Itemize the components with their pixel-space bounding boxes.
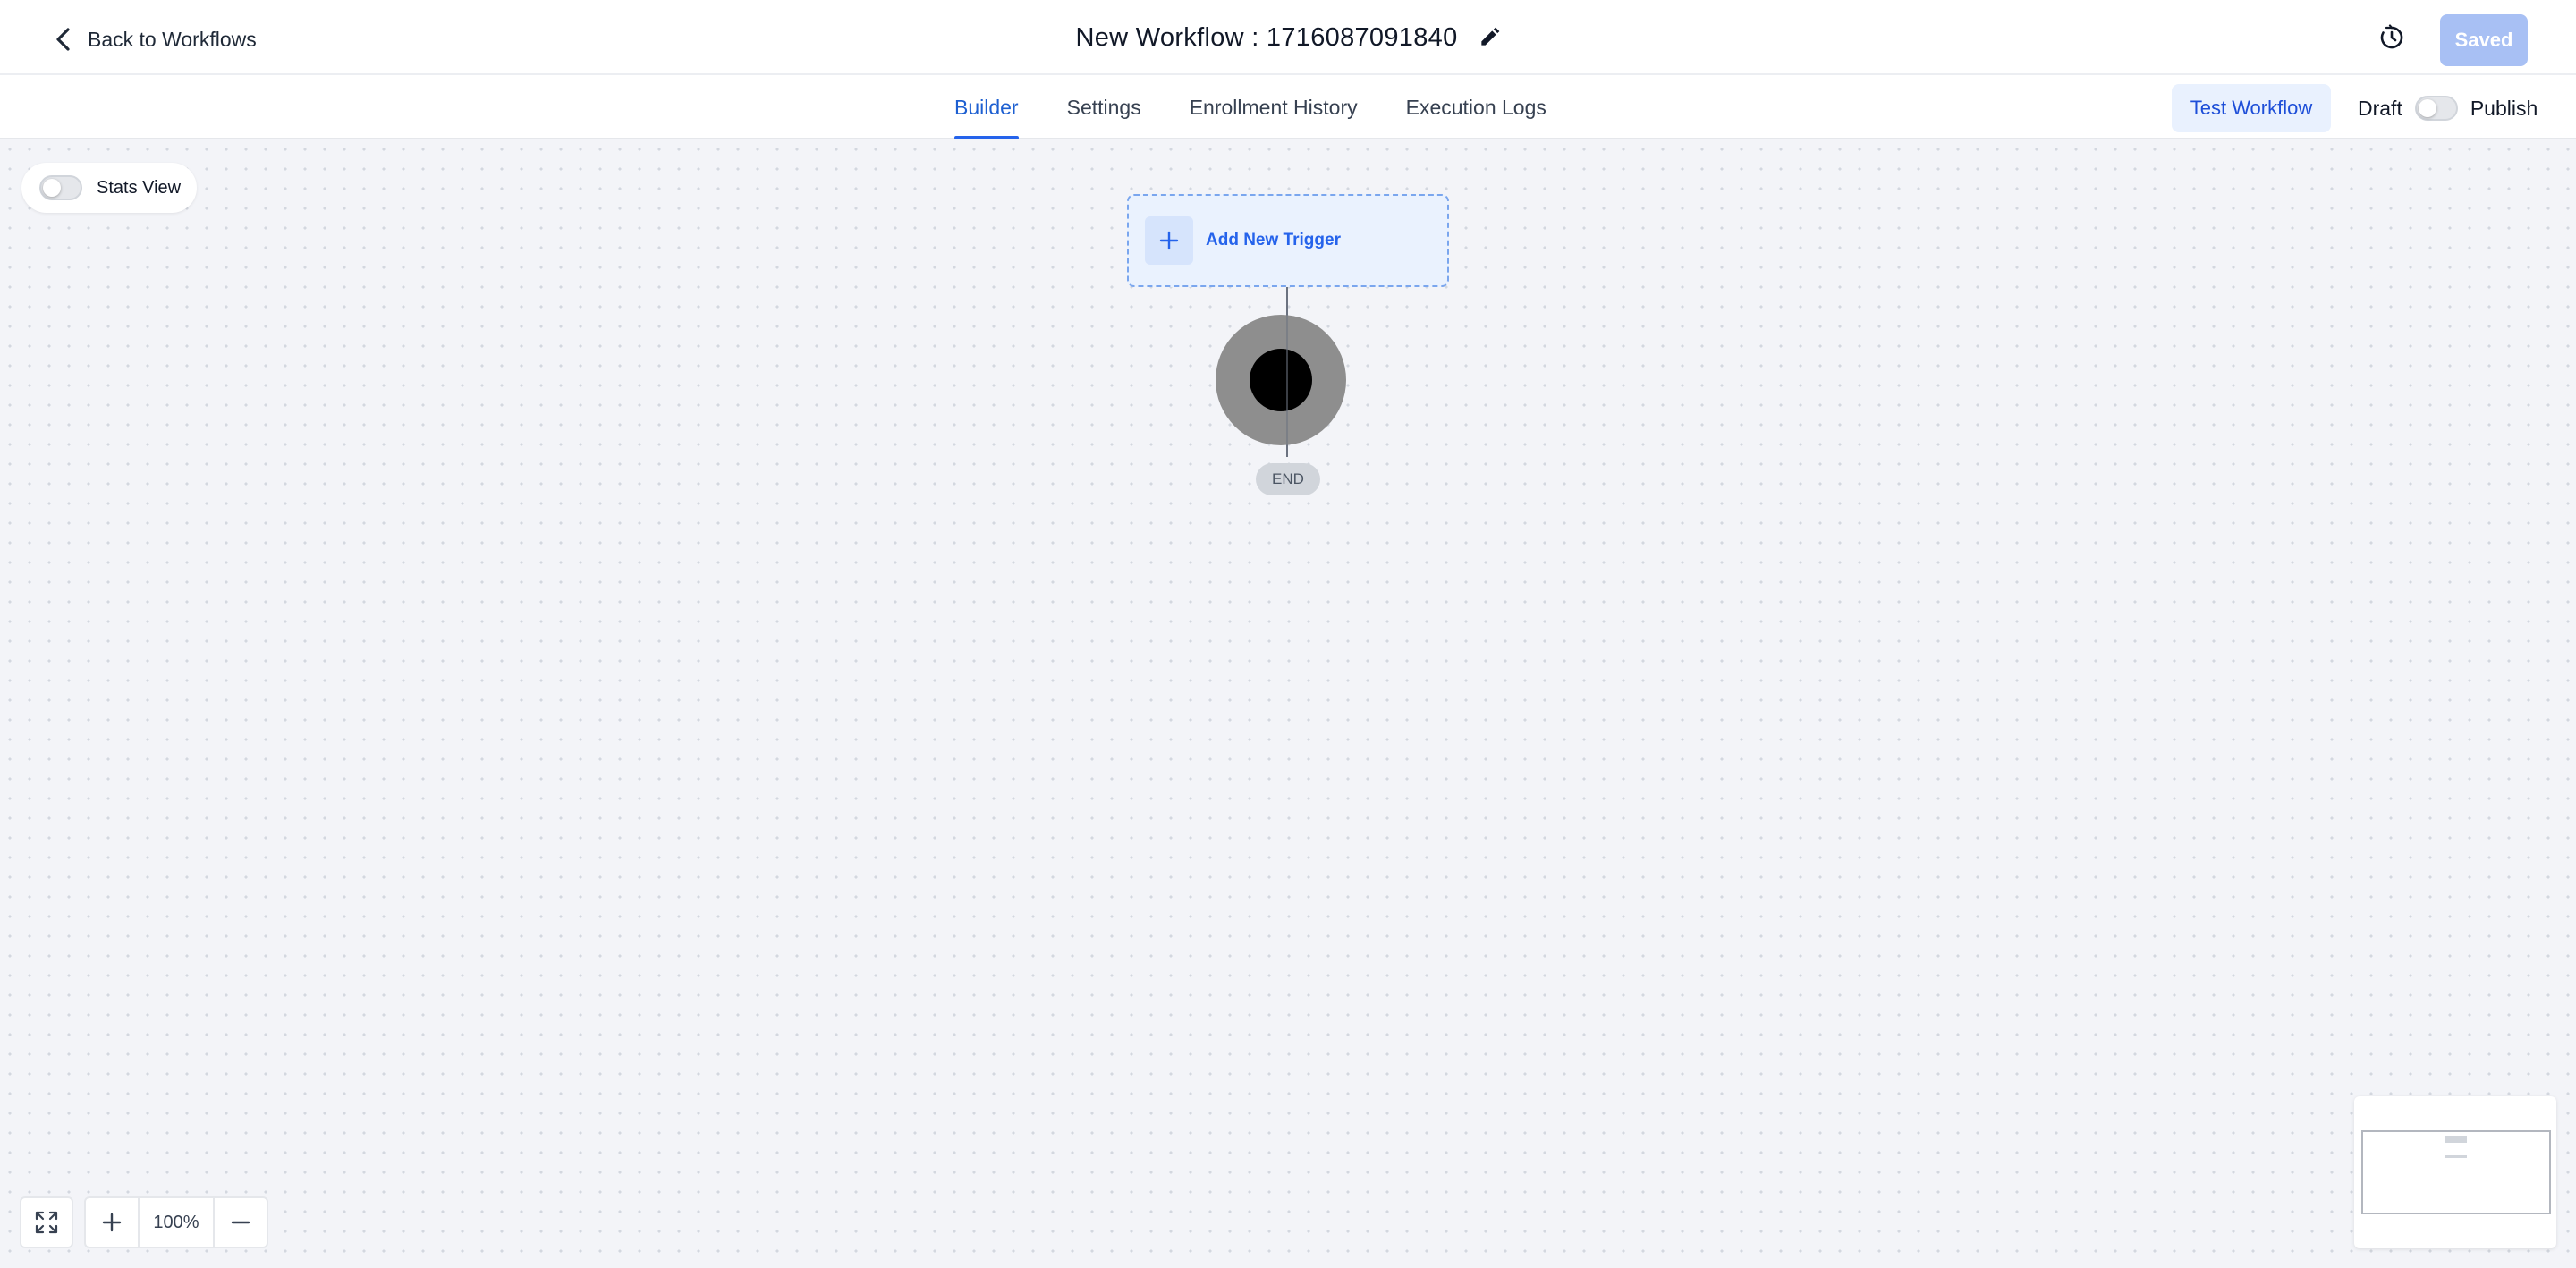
minimap[interactable] (2354, 1096, 2556, 1248)
top-header: Back to Workflows New Workflow : 1716087… (0, 0, 2576, 75)
workflow-canvas[interactable]: Stats View Add New Trigger END 100% (0, 139, 2576, 1268)
plus-icon (1159, 231, 1179, 250)
stats-view-control: Stats View (21, 163, 197, 213)
test-workflow-button[interactable]: Test Workflow (2172, 84, 2331, 132)
toggle-knob (2418, 99, 2436, 117)
history-clock-icon (2380, 24, 2403, 49)
workflow-tabs: Builder Settings Enrollment History Exec… (954, 75, 1595, 139)
tab-settings[interactable]: Settings (1067, 75, 1141, 139)
history-button[interactable] (2374, 20, 2410, 55)
end-node-inner (1250, 349, 1312, 411)
stats-view-toggle[interactable] (39, 175, 82, 200)
add-new-trigger-card[interactable]: Add New Trigger (1127, 194, 1449, 287)
add-trigger-label: Add New Trigger (1206, 231, 1341, 249)
workflow-title-group: New Workflow : 1716087091840 (0, 16, 2576, 59)
publish-toggle-group: Draft Publish (2358, 84, 2538, 132)
zoom-out-button[interactable] (215, 1198, 267, 1247)
zoom-in-button[interactable] (86, 1198, 138, 1247)
minus-icon (231, 1221, 250, 1224)
back-to-workflows-link[interactable]: Back to Workflows (52, 21, 257, 57)
workflow-title: New Workflow : 1716087091840 (1075, 22, 1458, 52)
add-trigger-button[interactable] (1145, 216, 1193, 265)
draft-label: Draft (2358, 96, 2402, 120)
chevron-left-icon (56, 28, 70, 51)
fit-view-button[interactable] (20, 1196, 73, 1248)
expand-icon (35, 1211, 58, 1234)
tab-bar: Builder Settings Enrollment History Exec… (0, 75, 2576, 139)
end-badge: END (1256, 463, 1320, 495)
minimap-trigger-node (2445, 1136, 2467, 1143)
minimap-viewport[interactable] (2361, 1130, 2551, 1214)
zoom-level: 100% (138, 1198, 215, 1247)
toggle-knob (43, 179, 61, 197)
pencil-icon[interactable] (1478, 26, 1501, 49)
zoom-controls: 100% (84, 1196, 268, 1248)
tab-builder[interactable]: Builder (954, 75, 1019, 139)
tab-execution-logs[interactable]: Execution Logs (1406, 75, 1546, 139)
saved-button[interactable]: Saved (2440, 14, 2528, 66)
publish-label: Publish (2470, 96, 2538, 120)
publish-toggle[interactable] (2414, 96, 2458, 121)
stats-view-label: Stats View (97, 177, 182, 198)
back-label: Back to Workflows (88, 27, 257, 51)
tab-enrollment-history[interactable]: Enrollment History (1190, 75, 1358, 139)
plus-icon (102, 1213, 122, 1232)
minimap-end-node (2445, 1155, 2467, 1158)
flow-connector-overlay (1286, 314, 1288, 457)
